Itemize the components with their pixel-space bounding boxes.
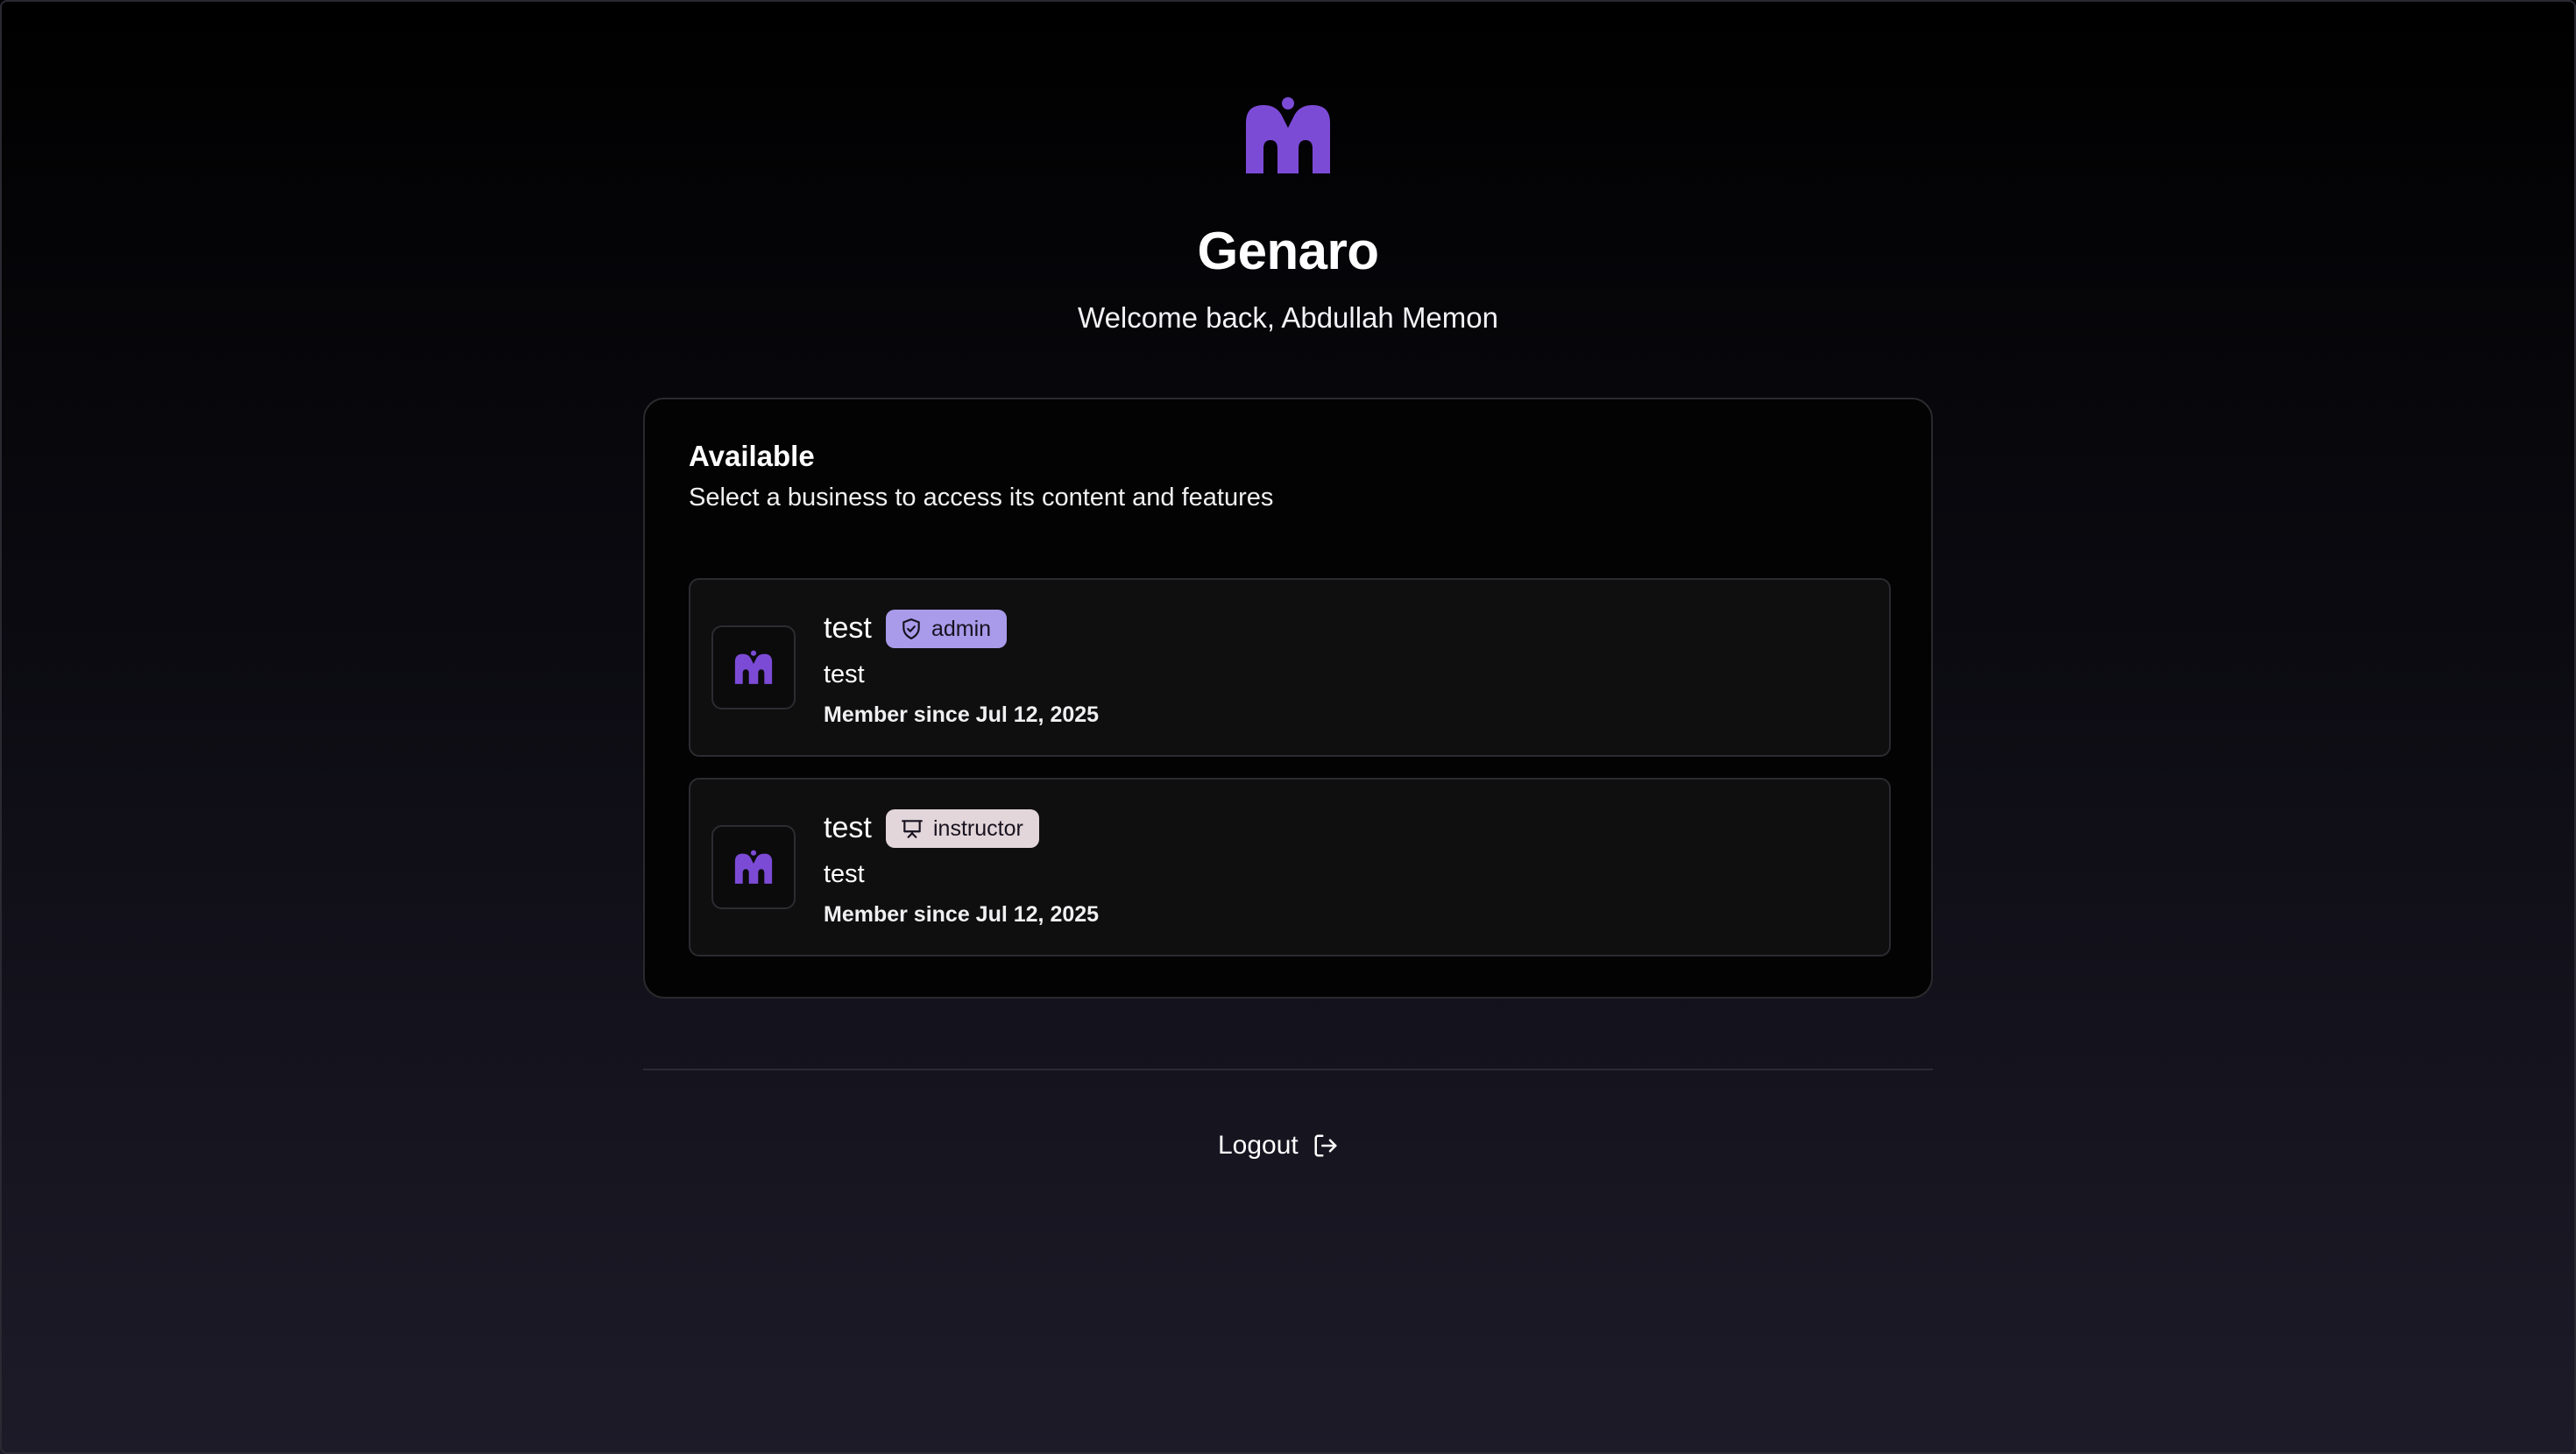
welcome-message: Welcome back, Abdullah Memon [1078,301,1498,334]
member-since: Member since Jul 12, 2025 [824,702,1100,727]
business-logo [711,825,796,909]
business-name: test [824,811,872,844]
card-subtitle: Select a business to access its content … [689,483,1274,512]
role-badge-label: admin [931,616,992,641]
genaro-logo-icon [734,650,773,684]
business-description: test [824,860,865,888]
logout-arrow-icon [1314,1134,1337,1157]
business-logo [711,625,796,709]
logout-label: Logout [1218,1131,1299,1160]
logout-button[interactable]: Logout [1218,1125,1339,1167]
genaro-logo-icon [1244,96,1332,175]
business-selector-card: Available Select a business to access it… [643,398,1933,999]
card-title: Available [689,440,815,472]
business-item[interactable]: test admin test Member since Jul 12, 202… [689,578,1891,757]
app-title: Genaro [1197,222,1379,280]
presentation-icon [902,820,923,838]
role-badge: instructor [886,809,1039,848]
member-since: Member since Jul 12, 2025 [824,902,1100,927]
genaro-logo-icon [734,850,773,884]
business-item[interactable]: test instructor test Member since Jul 12… [689,778,1891,956]
shield-check-icon [902,618,920,639]
role-badge: admin [886,610,1008,648]
business-description: test [824,660,865,688]
role-badge-label: instructor [933,815,1023,841]
business-name: test [824,611,872,645]
divider [643,1069,1933,1070]
